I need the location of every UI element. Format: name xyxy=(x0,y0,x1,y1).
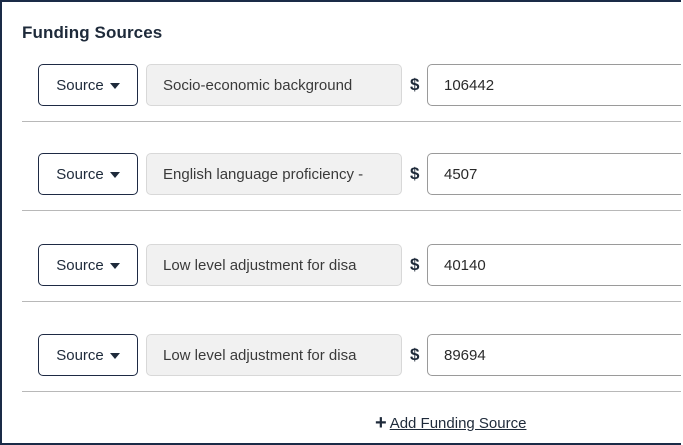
caret-down-icon xyxy=(109,83,120,89)
funding-source-row: Source Socio-economic background $ xyxy=(22,50,681,140)
amount-input[interactable] xyxy=(427,244,681,286)
plus-icon: + xyxy=(375,412,387,434)
source-dropdown-button[interactable]: Source xyxy=(38,334,138,376)
funding-source-row: Source Low level adjustment for disa $ xyxy=(22,320,681,410)
funding-sources-panel: Funding Sources Source Socio-economic ba… xyxy=(0,0,681,445)
currency-symbol: $ xyxy=(410,164,420,183)
caret-down-icon xyxy=(109,172,120,178)
currency-symbol: $ xyxy=(410,75,420,94)
source-dropdown-label: Source xyxy=(56,346,104,364)
row-divider xyxy=(22,210,681,211)
row-divider xyxy=(22,121,681,122)
currency-symbol: $ xyxy=(410,255,420,274)
source-description-field: Low level adjustment for disa xyxy=(146,244,402,286)
row-divider xyxy=(22,391,681,392)
source-description-field: English language proficiency - xyxy=(146,153,402,195)
panel-title: Funding Sources xyxy=(22,23,163,42)
add-funding-source-link[interactable]: + Add Funding Source xyxy=(375,412,527,434)
source-description-field: Low level adjustment for disa xyxy=(146,334,402,376)
source-dropdown-label: Source xyxy=(56,165,104,183)
row-divider xyxy=(22,301,681,302)
funding-source-row: Source Low level adjustment for disa $ xyxy=(22,230,681,320)
source-dropdown-button[interactable]: Source xyxy=(38,64,138,106)
amount-input[interactable] xyxy=(427,64,681,106)
source-dropdown-button[interactable]: Source xyxy=(38,244,138,286)
source-dropdown-label: Source xyxy=(56,256,104,274)
funding-source-row: Source English language proficiency - $ xyxy=(22,139,681,229)
source-dropdown-button[interactable]: Source xyxy=(38,153,138,195)
source-dropdown-label: Source xyxy=(56,76,104,94)
add-funding-source-label: Add Funding Source xyxy=(389,415,527,432)
caret-down-icon xyxy=(109,353,120,359)
currency-symbol: $ xyxy=(410,345,420,364)
caret-down-icon xyxy=(109,263,120,269)
amount-input[interactable] xyxy=(427,334,681,376)
amount-input[interactable] xyxy=(427,153,681,195)
source-description-field: Socio-economic background xyxy=(146,64,402,106)
